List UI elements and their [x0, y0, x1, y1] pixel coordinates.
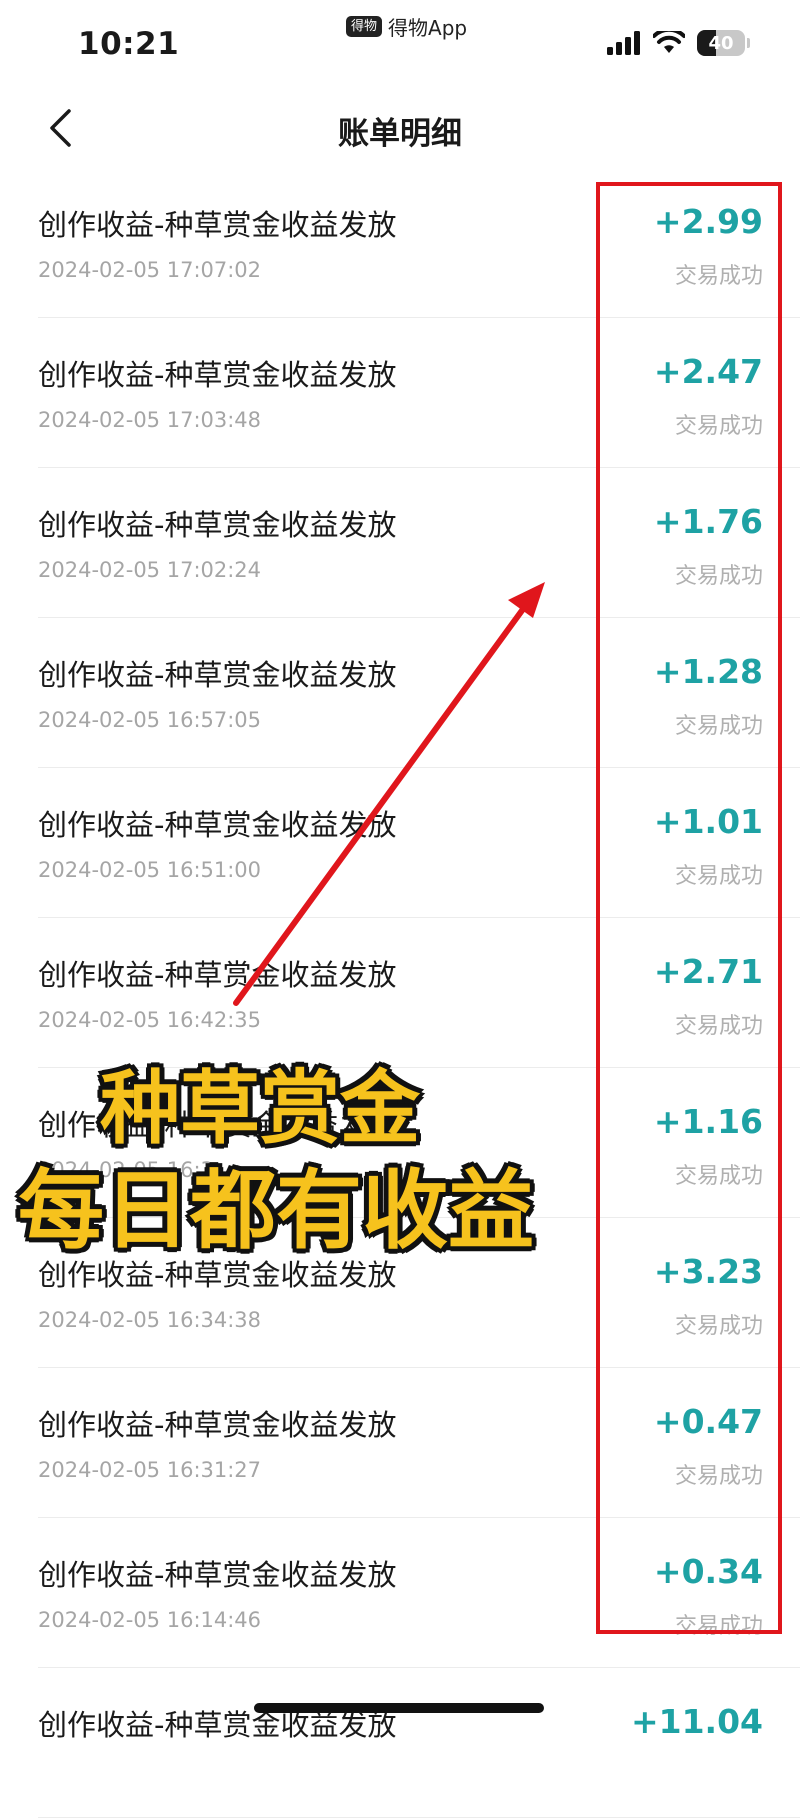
- transaction-title: 创作收益-种草赏金收益发放: [38, 508, 397, 542]
- transaction-time: 2024-02-05 16:14:46: [38, 1608, 262, 1632]
- transaction-amount: +1.76: [653, 502, 763, 541]
- transaction-title: 创作收益-种草赏金收益发放: [38, 1108, 397, 1142]
- transaction-title: 创作收益-种草赏金收益发放: [38, 358, 397, 392]
- transaction-title: 创作收益-种草赏金收益发放: [38, 808, 397, 842]
- transaction-time: 2024-02-05 17:02:24: [38, 558, 262, 582]
- status-time: 10:21: [78, 26, 180, 62]
- transaction-status: 交易成功: [674, 1014, 763, 1039]
- transaction-list: 创作收益-种草赏金收益发放 2024-02-05 17:07:02 +2.99 交易成…: [0, 168, 800, 1818]
- transaction-row[interactable]: 创作收益-种草赏金收益发放 2024-02-05 16:14:46 +0.34 交易成…: [0, 1518, 800, 1668]
- transaction-title: 创作收益-种草赏金收益发放: [38, 1558, 397, 1592]
- transaction-amount: +11.04: [630, 1702, 763, 1741]
- transaction-amount: +1.16: [653, 1102, 763, 1141]
- transaction-amount: +2.71: [653, 952, 763, 991]
- transaction-time: 2024-02-05 16:34:38: [38, 1308, 262, 1332]
- transaction-status: 交易成功: [674, 1614, 763, 1639]
- transaction-time: 2024-02-05 17:07:02: [38, 258, 262, 282]
- transaction-time: 2024-02-05 16:31:27: [38, 1458, 262, 1482]
- transaction-row[interactable]: 创作收益-种草赏金收益发放 2024-02-05 16:34:38 +3.23 交易成…: [0, 1218, 800, 1368]
- transaction-status: 交易成功: [674, 864, 763, 889]
- transaction-time: 2024-02-05 16:51:00: [38, 858, 262, 882]
- status-bar: 10:21 得物 得物App 40: [0, 0, 800, 80]
- transaction-status: 交易成功: [674, 1164, 763, 1189]
- app-badge: 得物: [346, 16, 383, 37]
- transaction-title: 创作收益-种草赏金收益发放: [38, 208, 397, 242]
- home-indicator[interactable]: [254, 1703, 544, 1713]
- transaction-amount: +2.47: [653, 352, 763, 391]
- transaction-row[interactable]: 创作收益-种草赏金收益发放 2024-02-05 17:02:24 +1.76 交易成…: [0, 468, 800, 618]
- transaction-row[interactable]: 创作收益-种草赏金收益发放 +11.04: [0, 1668, 800, 1818]
- transaction-status: 交易成功: [674, 1464, 763, 1489]
- transaction-status: 交易成功: [674, 564, 763, 589]
- transaction-time: 2024-02-05 16:57:05: [38, 708, 262, 732]
- transaction-row[interactable]: 创作收益-种草赏金收益发放 2024-02-05 16:42:35 +2.71 交易成…: [0, 918, 800, 1068]
- transaction-amount: +2.99: [653, 202, 763, 241]
- battery-cap: [747, 38, 750, 48]
- transaction-amount: +3.23: [653, 1252, 763, 1291]
- transaction-row[interactable]: 创作收益-种草赏金收益发放 2024-02-05 16:51:00 +1.01 交易成…: [0, 768, 800, 918]
- transaction-status: 交易成功: [674, 414, 763, 439]
- battery-icon: 40: [697, 30, 745, 56]
- signal-icon: [607, 31, 640, 55]
- transaction-status: 交易成功: [674, 264, 763, 289]
- page-title: 账单明细: [338, 116, 462, 152]
- transaction-amount: +0.34: [653, 1552, 763, 1591]
- transaction-row[interactable]: 创作收益-种草赏金收益发放 2024-02-05 17:03:48 +2.47 交易成…: [0, 318, 800, 468]
- transaction-status: 交易成功: [674, 1314, 763, 1339]
- wifi-icon: [653, 31, 685, 53]
- transaction-amount: +1.01: [653, 802, 763, 841]
- battery-level: 40: [708, 32, 734, 54]
- nav-bar: 账单明细: [0, 90, 800, 166]
- transaction-amount: +1.28: [653, 652, 763, 691]
- app-indicator[interactable]: 得物 得物App: [346, 12, 467, 41]
- transaction-title: 创作收益-种草赏金收益发放: [38, 1408, 397, 1442]
- transaction-row[interactable]: 创作收益-种草赏金收益发放 2024-02-05 16:3 +1.16 交易成功: [0, 1068, 800, 1218]
- transaction-title: 创作收益-种草赏金收益发放: [38, 1258, 397, 1292]
- transaction-time: 2024-02-05 16:3: [38, 1158, 214, 1182]
- transaction-time: 2024-02-05 17:03:48: [38, 408, 262, 432]
- transaction-status: 交易成功: [674, 714, 763, 739]
- status-icons: 40: [607, 30, 750, 56]
- transaction-time: 2024-02-05 16:42:35: [38, 1008, 262, 1032]
- transaction-row[interactable]: 创作收益-种草赏金收益发放 2024-02-05 17:07:02 +2.99 交易成…: [0, 168, 800, 318]
- app-name: 得物App: [388, 16, 468, 40]
- transaction-title: 创作收益-种草赏金收益发放: [38, 658, 397, 692]
- transaction-row[interactable]: 创作收益-种草赏金收益发放 2024-02-05 16:57:05 +1.28 交易成…: [0, 618, 800, 768]
- transaction-row[interactable]: 创作收益-种草赏金收益发放 2024-02-05 16:31:27 +0.47 交易成…: [0, 1368, 800, 1518]
- transaction-title: 创作收益-种草赏金收益发放: [38, 958, 397, 992]
- transaction-amount: +0.47: [653, 1402, 763, 1441]
